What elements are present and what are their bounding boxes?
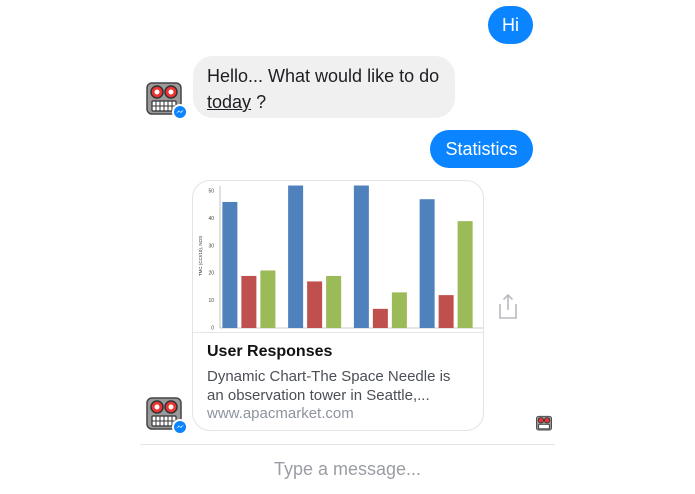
message-outgoing-hi[interactable]: Hi bbox=[488, 6, 533, 44]
link-preview-card[interactable]: 0 10 20 30 40 50 TMC (CCI/10), NOS User Respo… bbox=[192, 180, 484, 431]
bar-series-3-category-3 bbox=[391, 292, 407, 328]
messenger-badge-icon bbox=[172, 104, 188, 120]
bar-chart: 0 10 20 30 40 50 TMC (CCI/10), NOS bbox=[198, 185, 483, 332]
bar-series-1-category-3 bbox=[353, 185, 369, 328]
bar-series-3-category-2 bbox=[326, 275, 342, 328]
bar-series-2-category-1 bbox=[241, 275, 257, 328]
read-receipt-avatar bbox=[536, 415, 552, 431]
y-tick-label: 50 bbox=[208, 189, 214, 195]
bar-series-3-category-1 bbox=[260, 270, 276, 328]
y-axis-label: TMC (CCI/10), NOS bbox=[198, 236, 203, 276]
bot-avatar[interactable] bbox=[146, 395, 188, 435]
card-description: Dynamic Chart-The Space Needle is an obs… bbox=[207, 368, 451, 404]
bot-avatar[interactable] bbox=[146, 80, 188, 120]
message-incoming-prompt[interactable]: Hello... What would like to do today ? bbox=[193, 56, 455, 118]
message-outgoing-statistics[interactable]: Statistics bbox=[430, 130, 533, 168]
bar-series-1-category-4 bbox=[419, 199, 435, 328]
card-title: User Responses bbox=[207, 343, 333, 360]
y-tick-label: 40 bbox=[208, 216, 214, 222]
bar-series-2-category-4 bbox=[438, 295, 454, 328]
card-url[interactable]: www.apacmarket.com bbox=[207, 405, 354, 422]
message-text: Hello... What would like to do bbox=[207, 66, 440, 86]
y-tick-label: 10 bbox=[208, 298, 214, 304]
y-tick-label: 20 bbox=[208, 271, 214, 277]
message-suffix: ? bbox=[256, 92, 267, 112]
composer-divider bbox=[140, 444, 555, 445]
messenger-badge-icon bbox=[172, 419, 188, 435]
message-composer[interactable] bbox=[140, 446, 555, 492]
y-tick-label: 0 bbox=[211, 326, 214, 332]
share-icon[interactable] bbox=[497, 292, 519, 320]
bar-series-1-category-1 bbox=[222, 201, 238, 328]
y-tick-label: 30 bbox=[208, 243, 214, 249]
bar-series-1-category-2 bbox=[288, 185, 304, 328]
message-text: Hi bbox=[502, 15, 519, 35]
message-link-today[interactable]: today bbox=[207, 92, 251, 112]
robot-avatar-icon bbox=[536, 415, 552, 431]
bar-series-3-category-4 bbox=[457, 221, 473, 328]
message-text: Statistics bbox=[445, 139, 518, 159]
bar-series-2-category-2 bbox=[307, 281, 323, 328]
bar-series-2-category-3 bbox=[372, 308, 388, 328]
chart-image: 0 10 20 30 40 50 TMC (CCI/10), NOS bbox=[193, 181, 483, 333]
message-input[interactable] bbox=[197, 458, 498, 480]
